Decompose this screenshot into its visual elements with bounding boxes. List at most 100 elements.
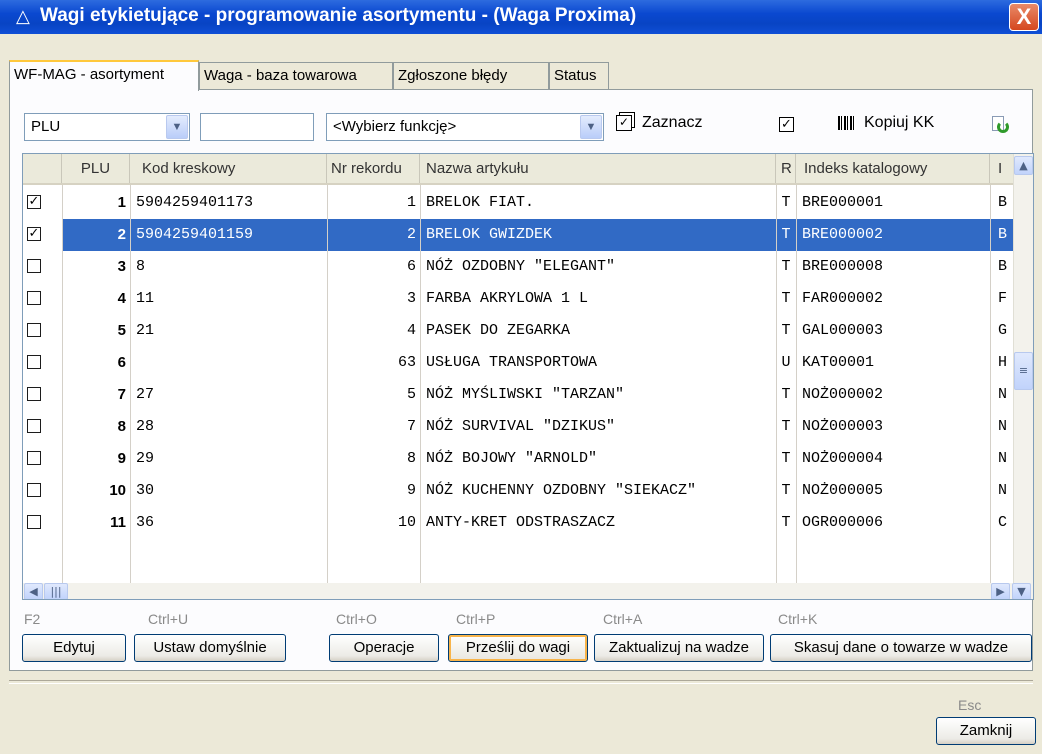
row-checkbox[interactable] bbox=[27, 291, 41, 305]
extra-cell: N bbox=[998, 386, 1008, 403]
barcode-cell: 8 bbox=[136, 258, 146, 275]
function-select-value: <Wybierz funkcję> bbox=[333, 118, 457, 135]
tab-waga-baza-towarowa[interactable]: Waga - baza towarowa bbox=[199, 62, 393, 89]
catalog-index-cell: NOŻ000002 bbox=[802, 386, 884, 403]
scroll-left-icon[interactable]: ◀ bbox=[24, 583, 43, 599]
header-plu[interactable]: PLU bbox=[62, 154, 130, 183]
scroll-right-icon[interactable]: ▶ bbox=[991, 583, 1010, 599]
row-checkbox[interactable] bbox=[27, 323, 41, 337]
row-checkbox-cell bbox=[23, 443, 62, 475]
table-row[interactable]: 5 21 4 PASEK DO ZEGARKA T GAL000003 G bbox=[23, 315, 1013, 347]
catalog-index-cell: NOŻ000004 bbox=[802, 450, 884, 467]
chevron-down-icon[interactable]: ▼ bbox=[580, 115, 602, 139]
barcode-cell: 36 bbox=[136, 514, 155, 531]
row-checkbox[interactable] bbox=[27, 419, 41, 433]
catalog-index-cell: KAT00001 bbox=[802, 354, 875, 371]
header-extra[interactable]: I bbox=[990, 154, 1013, 183]
barcode-cell: 27 bbox=[136, 386, 155, 403]
close-button[interactable]: Zamknij bbox=[936, 717, 1036, 745]
row-checkbox[interactable] bbox=[27, 451, 41, 465]
title-bar[interactable]: △ Wagi etykietujące - programowanie asor… bbox=[0, 0, 1042, 34]
tab-zgloszone-bledy[interactable]: Zgłoszone błędy bbox=[393, 62, 549, 89]
shortcut-edit: F2 bbox=[24, 611, 41, 627]
mark-checkbox-icon: ✓ bbox=[616, 114, 632, 131]
close-window-button[interactable]: X bbox=[1009, 3, 1039, 31]
horizontal-scrollbar[interactable]: ◀ ||| ▶ ▼ bbox=[23, 583, 1033, 599]
header-barcode[interactable]: Kod kreskowy bbox=[130, 154, 327, 183]
column-divider bbox=[62, 185, 63, 583]
catalog-index-cell: GAL000003 bbox=[802, 322, 884, 339]
plu-cell: 1 bbox=[117, 194, 126, 211]
extra-cell: G bbox=[998, 322, 1008, 339]
table-row[interactable]: 6 63 USŁUGA TRANSPORTOWA U KAT00001 H bbox=[23, 347, 1013, 379]
tab-status[interactable]: Status bbox=[549, 62, 609, 89]
mark-button[interactable]: ✓ Zaznacz bbox=[616, 114, 702, 132]
barcode-cell: 28 bbox=[136, 418, 155, 435]
vertical-scrollbar[interactable]: ▲ ≡ bbox=[1013, 154, 1033, 583]
row-checkbox[interactable] bbox=[27, 515, 41, 529]
table-row[interactable]: 10 30 9 NÓŻ KUCHENNY OZDOBNY "SIEKACZ" T NOŻ0… bbox=[23, 475, 1013, 507]
search-input[interactable] bbox=[200, 113, 314, 141]
send-to-scale-button[interactable]: Prześlij do wagi bbox=[448, 634, 588, 662]
row-checkbox-cell bbox=[23, 251, 62, 283]
scroll-down-icon[interactable]: ▼ bbox=[1012, 583, 1031, 599]
r-cell: T bbox=[781, 322, 791, 339]
header-r[interactable]: R bbox=[776, 154, 796, 183]
chevron-down-icon[interactable]: ▼ bbox=[166, 115, 188, 139]
barcode-cell: 11 bbox=[136, 290, 155, 307]
row-checkbox[interactable] bbox=[27, 259, 41, 273]
plu-cell: 5 bbox=[117, 322, 126, 339]
field-select[interactable]: PLU ▼ bbox=[24, 113, 190, 141]
row-checkbox-cell bbox=[23, 475, 62, 507]
table-row[interactable]: 4 11 3 FARBA AKRYLOWA 1 L T FAR000002 F bbox=[23, 283, 1013, 315]
mark-all-checkbox[interactable]: ✓ bbox=[779, 117, 794, 132]
plu-cell: 4 bbox=[117, 290, 126, 307]
table-row[interactable]: 7 27 5 NÓŻ MYŚLIWSKI "TARZAN" T NOŻ000002 N bbox=[23, 379, 1013, 411]
update-on-scale-button[interactable]: Zaktualizuj na wadze bbox=[594, 634, 764, 662]
scroll-up-icon[interactable]: ▲ bbox=[1014, 156, 1033, 175]
row-checkbox-cell bbox=[23, 411, 62, 443]
row-checkbox[interactable]: ✓ bbox=[27, 195, 41, 209]
table-row[interactable]: ✓ 1 5904259401173 1 BRELOK FIAT. T BRE000001 B bbox=[23, 187, 1013, 219]
extra-cell: C bbox=[998, 514, 1008, 531]
item-name-cell: USŁUGA TRANSPORTOWA bbox=[426, 354, 598, 371]
table-row[interactable]: 3 8 6 NÓŻ OZDOBNY "ELEGANT" T BRE000008 B bbox=[23, 251, 1013, 283]
table-row[interactable]: 9 29 8 NÓŻ BOJOWY "ARNOLD" T NOŻ000004 N bbox=[23, 443, 1013, 475]
r-cell: T bbox=[781, 386, 791, 403]
tab-wf-mag-asortyment[interactable]: WF-MAG - asortyment bbox=[9, 60, 199, 91]
item-name-cell: BRELOK FIAT. bbox=[426, 194, 535, 211]
window-title: Wagi etykietujące - programowanie asorty… bbox=[40, 5, 637, 26]
row-checkbox[interactable] bbox=[27, 387, 41, 401]
function-select[interactable]: <Wybierz funkcję> ▼ bbox=[326, 113, 604, 141]
table-row[interactable]: 11 36 10 ANTY-KRET ODSTRASZACZ T OGR000006 C bbox=[23, 507, 1013, 539]
copy-barcode-button[interactable]: Kopiuj KK bbox=[838, 114, 934, 132]
column-divider bbox=[327, 185, 328, 583]
shortcut-update-on-scale: Ctrl+A bbox=[603, 611, 643, 627]
record-number-cell: 10 bbox=[397, 514, 416, 531]
header-item-name[interactable]: Nazwa artykułu bbox=[420, 154, 776, 183]
table-row[interactable]: 8 28 7 NÓŻ SURVIVAL "DZIKUS" T NOŻ000003 N bbox=[23, 411, 1013, 443]
row-checkbox-cell bbox=[23, 379, 62, 411]
extra-cell: B bbox=[998, 258, 1008, 275]
row-checkbox[interactable] bbox=[27, 483, 41, 497]
set-default-button[interactable]: Ustaw domyślnie bbox=[134, 634, 286, 662]
row-checkbox[interactable] bbox=[27, 355, 41, 369]
operations-button[interactable]: Operacje bbox=[329, 634, 439, 662]
record-number-cell: 6 bbox=[406, 258, 416, 275]
edit-button[interactable]: Edytuj bbox=[22, 634, 126, 662]
record-number-cell: 9 bbox=[406, 482, 416, 499]
row-checkbox-cell bbox=[23, 283, 62, 315]
r-cell: T bbox=[781, 194, 791, 211]
header-record-number[interactable]: Nr rekordu bbox=[327, 154, 420, 183]
scroll-thumb[interactable]: ≡ bbox=[1014, 352, 1033, 390]
refresh-icon[interactable] bbox=[992, 116, 1010, 134]
record-number-cell: 3 bbox=[406, 290, 416, 307]
header-catalog-index[interactable]: Indeks katalogowy bbox=[796, 154, 990, 183]
extra-cell: H bbox=[998, 354, 1008, 371]
horizontal-scroll-thumb[interactable]: ||| bbox=[44, 583, 68, 599]
item-name-cell: ANTY-KRET ODSTRASZACZ bbox=[426, 514, 616, 531]
row-checkbox[interactable]: ✓ bbox=[27, 227, 41, 241]
table-row[interactable]: ✓ 2 5904259401159 2 BRELOK GWIZDEK T BRE000002… bbox=[23, 219, 1013, 251]
plu-cell: 10 bbox=[109, 482, 126, 499]
delete-from-scale-button[interactable]: Skasuj dane o towarze w wadze bbox=[770, 634, 1032, 662]
